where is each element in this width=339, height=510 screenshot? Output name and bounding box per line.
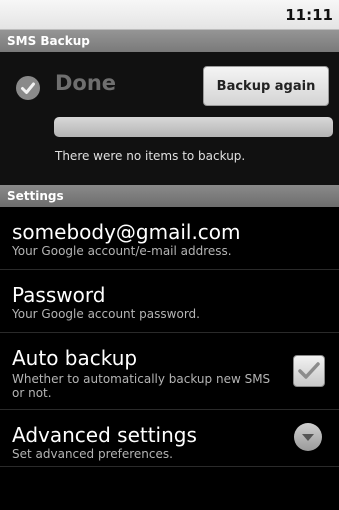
backup-again-button[interactable]: Backup again	[203, 66, 329, 106]
app-title: SMS Backup	[7, 34, 90, 48]
advanced-settings-preference[interactable]: Advanced settings Set advanced preferenc…	[0, 410, 339, 467]
auto-backup-preference-summary: Whether to automatically backup new SMS …	[12, 372, 271, 400]
auto-backup-preference[interactable]: Auto backup Whether to automatically bac…	[0, 333, 339, 410]
backup-panel: Done Backup again There were no items to…	[0, 52, 339, 185]
settings-header-label: Settings	[7, 189, 64, 203]
password-preference-summary: Your Google account password.	[12, 307, 200, 321]
account-preference-summary: Your Google account/e-mail address.	[12, 244, 232, 258]
backup-progress-bar	[54, 117, 333, 137]
account-preference[interactable]: somebody@gmail.com Your Google account/e…	[0, 207, 339, 270]
advanced-settings-summary: Set advanced preferences.	[12, 447, 173, 461]
check-circle-icon	[16, 76, 40, 100]
chevron-down-icon	[294, 423, 322, 451]
backup-status-text: Done	[55, 71, 117, 95]
status-bar: 11:11	[0, 0, 339, 30]
password-preference[interactable]: Password Your Google account password.	[0, 270, 339, 333]
auto-backup-preference-title: Auto backup	[12, 346, 138, 370]
phone-screen: 11:11 SMS Backup Done Backup again There…	[0, 0, 339, 510]
status-time: 11:11	[285, 5, 333, 24]
app-title-bar: SMS Backup	[0, 30, 339, 52]
auto-backup-checkbox[interactable]	[293, 355, 325, 387]
check-icon	[298, 362, 320, 379]
settings-section-header: Settings	[0, 185, 339, 207]
account-preference-title: somebody@gmail.com	[12, 220, 241, 244]
backup-message: There were no items to backup.	[55, 149, 246, 163]
password-preference-title: Password	[12, 283, 106, 307]
advanced-settings-title: Advanced settings	[12, 423, 197, 447]
